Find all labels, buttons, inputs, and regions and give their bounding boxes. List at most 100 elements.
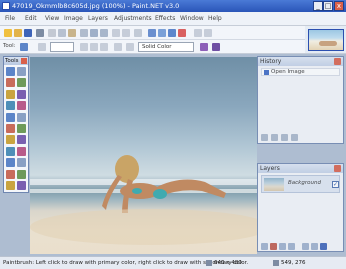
- copy-icon[interactable]: [58, 29, 66, 37]
- deselect-icon[interactable]: [90, 29, 98, 37]
- layers-panel-header[interactable]: Layers: [258, 164, 343, 173]
- tool-label: Tool:: [3, 43, 16, 49]
- text-tool-icon[interactable]: [6, 158, 15, 168]
- current-tool-icon[interactable]: [20, 43, 28, 51]
- tools-window-icon[interactable]: [148, 29, 156, 37]
- new-icon[interactable]: [4, 29, 12, 37]
- recolor-tool-icon[interactable]: [17, 146, 26, 156]
- menu-help[interactable]: Help: [208, 15, 222, 22]
- history-panel-close-button[interactable]: [334, 58, 341, 65]
- status-bar: Paintbrush: Left click to draw with prim…: [0, 256, 346, 269]
- move-selection-tool-icon[interactable]: [17, 67, 26, 76]
- image-canvas[interactable]: [30, 57, 257, 254]
- grid-icon[interactable]: [134, 29, 142, 37]
- paint-net-app-icon[interactable]: [2, 2, 10, 10]
- select-all-icon[interactable]: [100, 29, 108, 37]
- ellipse-tool-icon[interactable]: [6, 181, 15, 190]
- rewind-icon[interactable]: [261, 134, 268, 141]
- color-picker-tool-icon[interactable]: [17, 135, 26, 145]
- merge-layer-icon[interactable]: [288, 243, 295, 250]
- title-bar: 47019_Okmmlb8c605d.jpg (100%) - Paint.NE…: [0, 0, 346, 12]
- blend-mode-icon[interactable]: [200, 43, 208, 51]
- layers-panel-close-button[interactable]: [334, 165, 341, 172]
- menu-view[interactable]: View: [45, 15, 59, 22]
- move-selected-pixels-tool-icon[interactable]: [17, 78, 26, 88]
- gradient-tool-icon[interactable]: [17, 112, 26, 122]
- image-size-icon: [206, 260, 212, 266]
- menu-adjustments[interactable]: Adjustments: [114, 15, 152, 22]
- cursor-position: 549, 276: [281, 260, 306, 266]
- fast-forward-icon[interactable]: [291, 134, 298, 141]
- pan-tool-icon[interactable]: [17, 101, 26, 111]
- menu-edit[interactable]: Edit: [25, 15, 37, 22]
- magic-wand-tool-icon[interactable]: [6, 101, 15, 111]
- brush-width-icon[interactable]: [38, 43, 46, 51]
- window-title: 47019_Okmmlb8c605d.jpg (100%) - Paint.NE…: [12, 2, 180, 10]
- zoom-out-icon[interactable]: [194, 29, 202, 37]
- menu-layers[interactable]: Layers: [88, 15, 108, 22]
- line-curve-tool-icon[interactable]: [17, 158, 26, 168]
- layers-panel-title: Layers: [260, 165, 280, 172]
- rectangle-tool-icon[interactable]: [6, 169, 15, 179]
- alpha-blend-icon[interactable]: [90, 43, 98, 51]
- ellipse-select-tool-icon[interactable]: [6, 89, 15, 99]
- tool-options-toolbar: Tool: Solid Color: [0, 40, 305, 54]
- antialias-icon[interactable]: [80, 43, 88, 51]
- lasso-select-tool-icon[interactable]: [6, 78, 15, 88]
- move-layer-down-icon[interactable]: [311, 243, 318, 250]
- tools-panel: Tools: [3, 56, 29, 193]
- history-panel-header[interactable]: History: [258, 57, 343, 66]
- cursor-position-icon: [273, 260, 279, 266]
- main-toolbar: [0, 26, 305, 40]
- pencil-tool-icon[interactable]: [6, 135, 15, 145]
- maximize-button[interactable]: □: [323, 1, 333, 11]
- image-tab-thumbnail[interactable]: [308, 29, 344, 51]
- menu-image[interactable]: Image: [64, 15, 83, 22]
- menu-effects[interactable]: Effects: [155, 15, 175, 22]
- layer-name: Background: [288, 180, 321, 186]
- image-size: 640 x 480: [214, 260, 242, 266]
- brush-type-select[interactable]: Solid Color: [138, 42, 194, 52]
- layer-visibility-checkbox[interactable]: ✓: [332, 181, 339, 188]
- print-icon[interactable]: [36, 29, 44, 37]
- rectangle-select-tool-icon[interactable]: [6, 67, 15, 76]
- menu-window[interactable]: Window: [180, 15, 204, 22]
- zoom-tool-icon[interactable]: [17, 89, 26, 99]
- eraser-tool-icon[interactable]: [17, 124, 26, 133]
- save-icon[interactable]: [24, 29, 32, 37]
- tools-panel-header[interactable]: Tools: [4, 57, 28, 65]
- add-layer-icon[interactable]: [261, 243, 268, 250]
- freeform-shape-tool-icon[interactable]: [17, 181, 26, 190]
- menu-file[interactable]: File: [5, 15, 15, 22]
- shape-icon[interactable]: [114, 43, 122, 51]
- brush-width-select[interactable]: [50, 42, 74, 52]
- crop-icon[interactable]: [80, 29, 88, 37]
- history-item[interactable]: Open Image: [261, 68, 340, 76]
- zoom-in-icon[interactable]: [204, 29, 212, 37]
- layer-row[interactable]: Background ✓: [261, 175, 340, 193]
- redo-icon[interactable]: [122, 29, 130, 37]
- layer-properties-icon[interactable]: [320, 243, 327, 250]
- history-window-icon[interactable]: [158, 29, 166, 37]
- rounded-rectangle-tool-icon[interactable]: [17, 169, 26, 179]
- move-layer-up-icon[interactable]: [302, 243, 309, 250]
- paste-icon[interactable]: [68, 29, 76, 37]
- layers-window-icon[interactable]: [168, 29, 176, 37]
- undo-step-icon[interactable]: [271, 134, 278, 141]
- undo-icon[interactable]: [112, 29, 120, 37]
- fill-mode-icon[interactable]: [100, 43, 108, 51]
- tools-panel-close-button[interactable]: [21, 58, 27, 64]
- layer-blend-icon[interactable]: [212, 43, 220, 51]
- duplicate-layer-icon[interactable]: [279, 243, 286, 250]
- pattern-icon[interactable]: [126, 43, 134, 51]
- cut-icon[interactable]: [48, 29, 56, 37]
- paintbrush-tool-icon[interactable]: [6, 124, 15, 133]
- colors-window-icon[interactable]: [178, 29, 186, 37]
- open-icon[interactable]: [14, 29, 22, 37]
- redo-step-icon[interactable]: [281, 134, 288, 141]
- minimize-button[interactable]: _: [313, 1, 323, 11]
- close-button[interactable]: x: [334, 1, 344, 11]
- delete-layer-icon[interactable]: [270, 243, 277, 250]
- paint-bucket-tool-icon[interactable]: [6, 112, 15, 122]
- clone-stamp-tool-icon[interactable]: [6, 146, 15, 156]
